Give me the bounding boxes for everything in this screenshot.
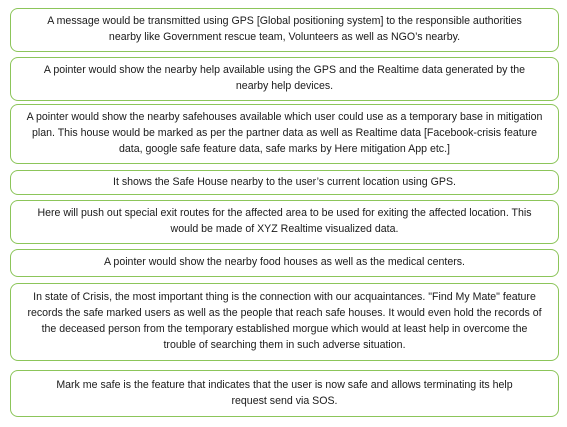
- feature-text: A pointer would show the nearby help ava…: [43, 64, 526, 92]
- feature-text: Mark me safe is the feature that indicat…: [56, 378, 513, 407]
- feature-box-food-medical: A pointer would show the nearby food hou…: [10, 249, 559, 277]
- feature-box-gps-alert: A message would be transmitted using GPS…: [10, 8, 559, 52]
- feature-box-nearby-help: A pointer would show the nearby help ava…: [10, 57, 559, 101]
- feature-text: A pointer would show the nearby food hou…: [104, 256, 465, 269]
- feature-text: A pointer would show the nearby safehous…: [26, 111, 543, 155]
- feature-box-exit-routes: Here will push out special exit routes f…: [10, 200, 559, 244]
- feature-box-find-my-mate: In state of Crisis, the most important t…: [10, 283, 559, 361]
- feature-text: In state of Crisis, the most important t…: [27, 291, 542, 351]
- feature-box-safehouses: A pointer would show the nearby safehous…: [10, 104, 559, 164]
- feature-text: It shows the Safe House nearby to the us…: [113, 175, 456, 188]
- feature-text: A message would be transmitted using GPS…: [47, 15, 522, 43]
- feature-box-mark-me-safe: Mark me safe is the feature that indicat…: [10, 370, 559, 417]
- feature-box-safe-house-location: It shows the Safe House nearby to the us…: [10, 170, 559, 195]
- feature-text: Here will push out special exit routes f…: [37, 207, 532, 235]
